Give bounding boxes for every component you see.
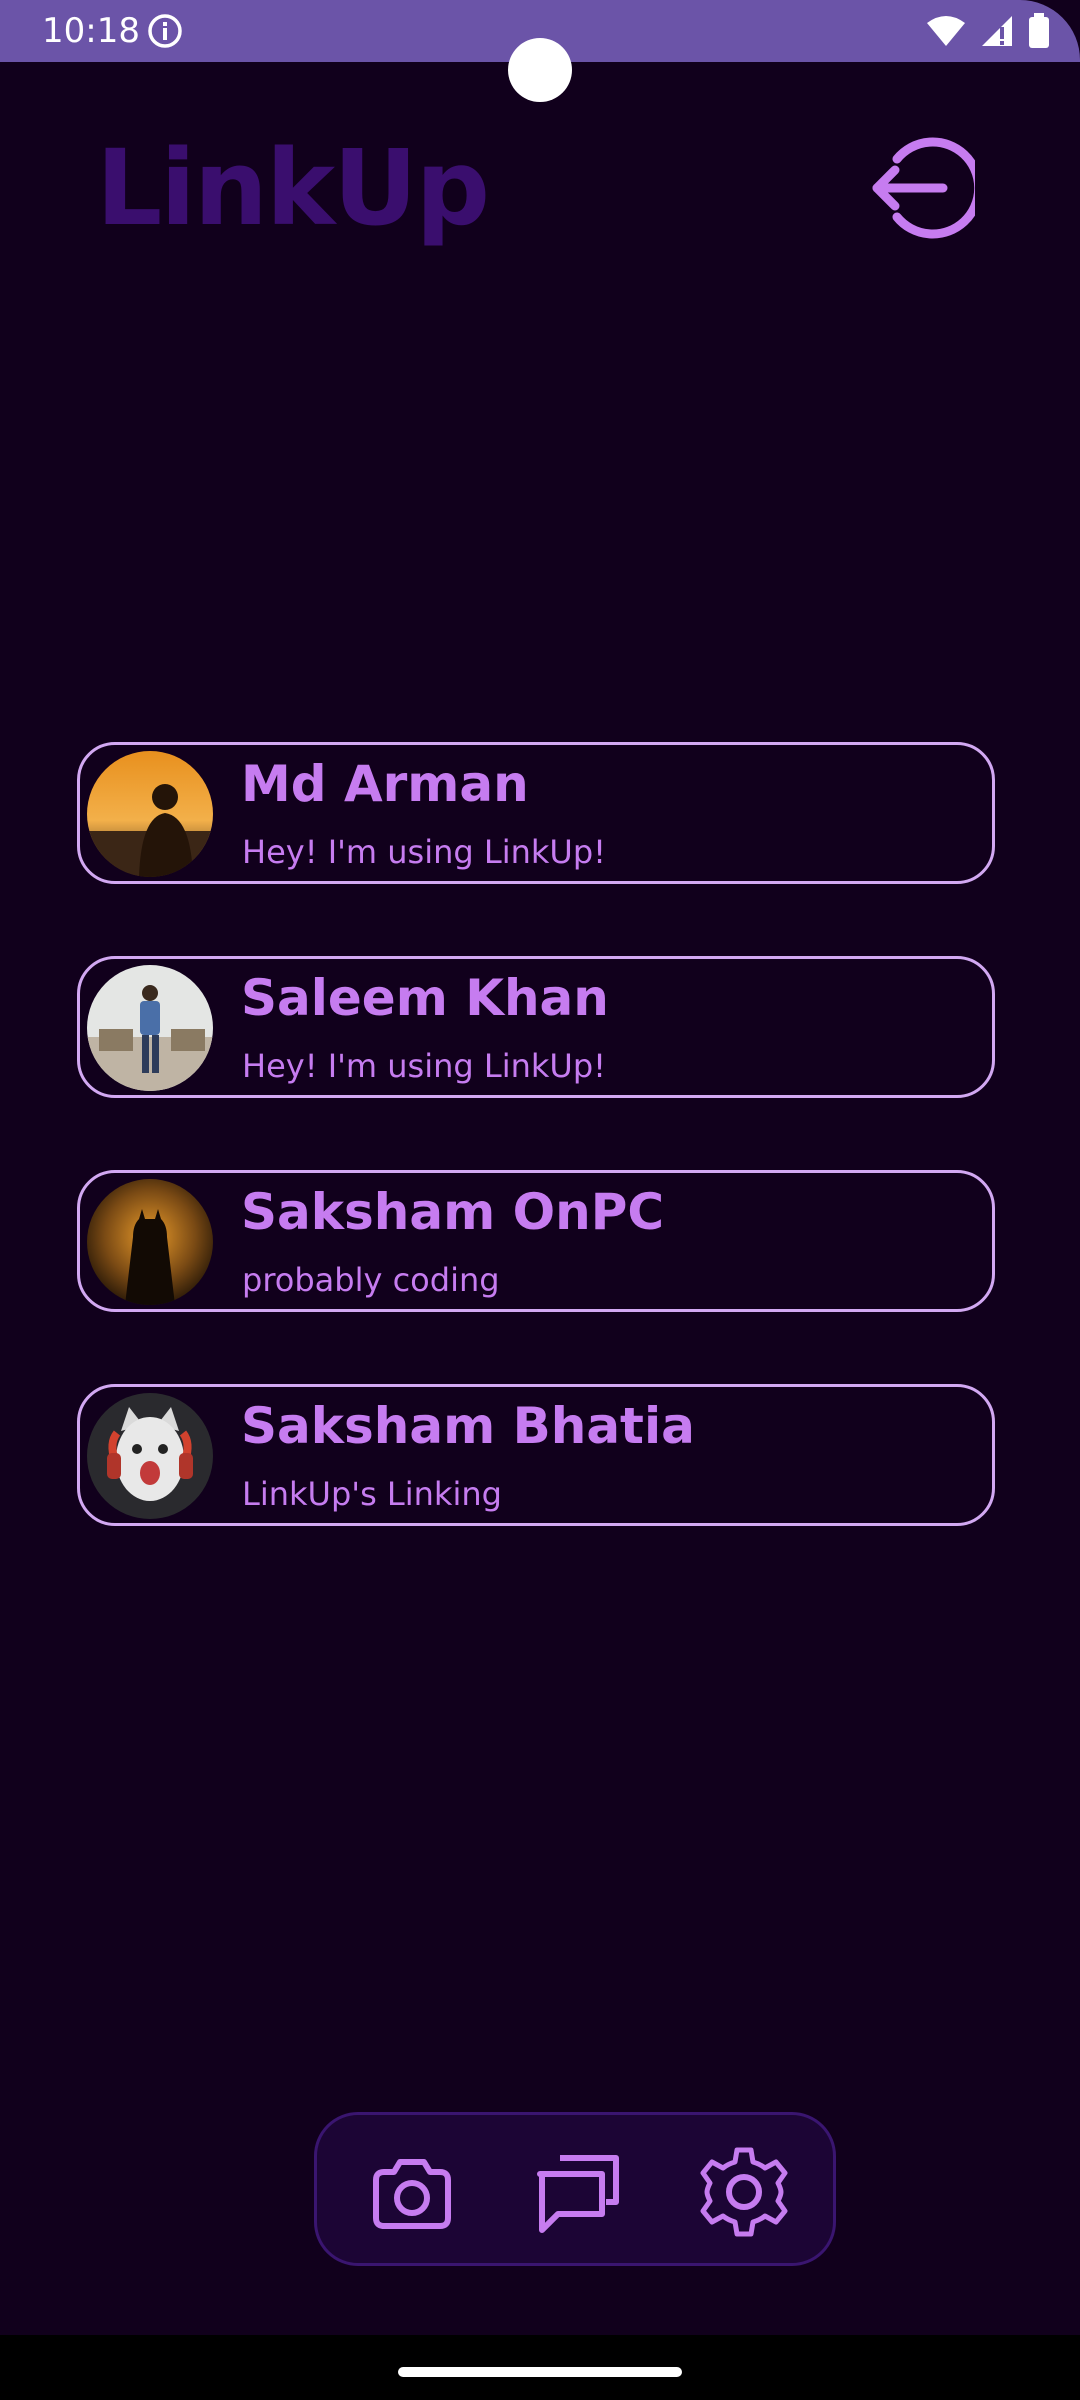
camera-cutout bbox=[508, 38, 572, 102]
bottom-nav bbox=[314, 2112, 836, 2266]
battery-icon bbox=[1029, 13, 1049, 48]
camera-icon bbox=[373, 2159, 451, 2229]
avatar bbox=[87, 751, 213, 877]
screen: 10:18 LinkUp Md Arman Hey! I'm using Lin… bbox=[0, 0, 1080, 2400]
home-gesture-handle[interactable] bbox=[398, 2367, 682, 2377]
contact-name: Saksham OnPC bbox=[241, 1183, 665, 1241]
status-icons bbox=[926, 12, 1050, 50]
contact-name: Saksham Bhatia bbox=[241, 1397, 695, 1455]
app-title: LinkUp bbox=[96, 127, 490, 249]
status-time: 10:18 bbox=[42, 11, 140, 51]
contact-name: Md Arman bbox=[241, 755, 529, 813]
chats-icon bbox=[537, 2155, 619, 2233]
signal-icon bbox=[982, 16, 1012, 46]
contact-card-md-arman[interactable]: Md Arman Hey! I'm using LinkUp! bbox=[77, 742, 995, 884]
avatar bbox=[87, 965, 213, 1091]
contact-card-saksham-bhatia[interactable]: Saksham Bhatia LinkUp's Linking bbox=[77, 1384, 995, 1526]
contact-status: LinkUp's Linking bbox=[242, 1475, 502, 1513]
settings-icon bbox=[700, 2147, 788, 2237]
contact-status: Hey! I'm using LinkUp! bbox=[242, 1047, 606, 1085]
logout-button[interactable] bbox=[860, 128, 980, 248]
contact-card-saleem-khan[interactable]: Saleem Khan Hey! I'm using LinkUp! bbox=[77, 956, 995, 1098]
avatar bbox=[87, 1179, 213, 1305]
info-icon bbox=[148, 14, 182, 48]
camera-button[interactable] bbox=[357, 2137, 467, 2247]
contact-name: Saleem Khan bbox=[241, 969, 609, 1027]
settings-button[interactable] bbox=[689, 2137, 799, 2247]
contact-card-saksham-onpc[interactable]: Saksham OnPC probably coding bbox=[77, 1170, 995, 1312]
avatar bbox=[87, 1393, 213, 1519]
contact-status: Hey! I'm using LinkUp! bbox=[242, 833, 606, 871]
chats-button[interactable] bbox=[523, 2137, 633, 2247]
contact-status: probably coding bbox=[242, 1261, 500, 1299]
logout-icon bbox=[872, 137, 975, 239]
wifi-icon bbox=[927, 16, 965, 46]
